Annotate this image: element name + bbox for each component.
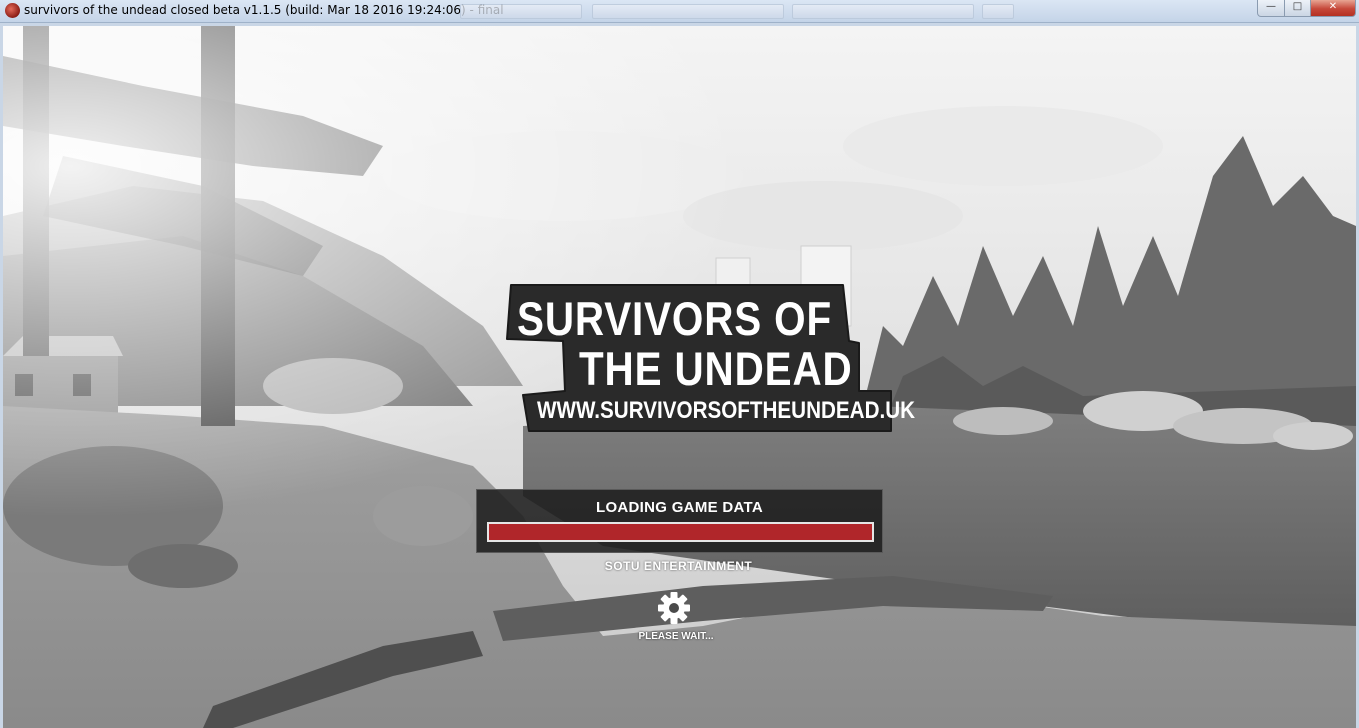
please-wait-text: PLEASE WAIT... <box>638 631 714 642</box>
background-taskbar-item <box>460 4 582 19</box>
studio-name: SOTU ENTERTAINMENT <box>604 559 753 573</box>
background-taskbar-item <box>592 4 784 19</box>
game-window: survivors of the undead closed beta v1.1… <box>0 0 1359 728</box>
maximize-button[interactable]: □ <box>1284 0 1311 17</box>
logo-website-url: WWW.SURVIVORSOFTHEUNDEAD.UK <box>537 397 916 424</box>
close-button[interactable]: ✕ <box>1310 0 1356 17</box>
loading-label: LOADING GAME DATA <box>595 499 764 516</box>
game-logo: SURVIVORS OF THE UNDEAD WWW.SURVIVORSOFT… <box>503 283 915 435</box>
logo-title-line1: SURVIVORS OF <box>517 292 833 345</box>
loading-panel: LOADING GAME DATA <box>476 489 883 553</box>
gear-icon <box>658 592 690 624</box>
app-icon[interactable] <box>5 3 20 18</box>
background-taskbar-item <box>792 4 974 19</box>
window-title: survivors of the undead closed beta v1.1… <box>24 3 504 17</box>
minimize-button[interactable]: — <box>1257 0 1285 17</box>
loading-progress-fill <box>489 524 872 540</box>
background-taskbar-item <box>982 4 1014 19</box>
title-bar[interactable]: survivors of the undead closed beta v1.1… <box>0 0 1359 23</box>
loading-progress-bar <box>487 522 874 542</box>
game-viewport[interactable]: SURVIVORS OF THE UNDEAD WWW.SURVIVORSOFT… <box>3 26 1356 728</box>
logo-title-line2: THE UNDEAD <box>579 342 853 395</box>
